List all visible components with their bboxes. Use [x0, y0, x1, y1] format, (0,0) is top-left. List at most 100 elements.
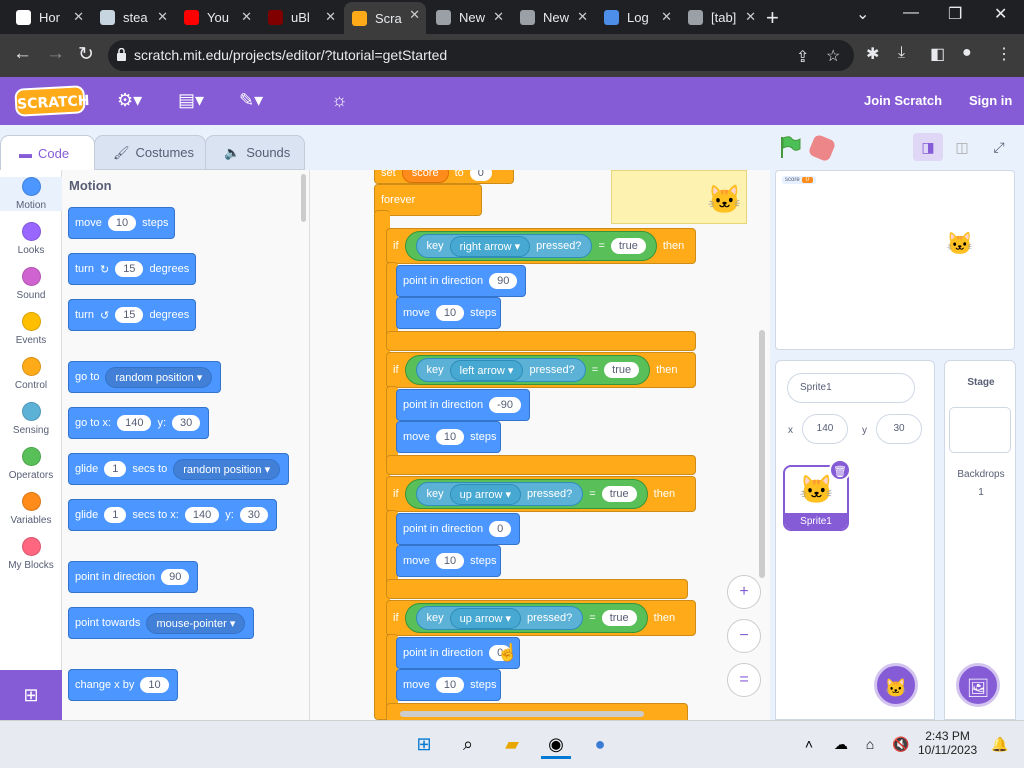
chrome-icon[interactable]: ◉ [541, 729, 571, 759]
zoom-reset-button[interactable]: = [727, 663, 761, 697]
tutorials-bulb-icon[interactable]: ☼ [331, 90, 348, 111]
browser-tab[interactable]: New ✕ [512, 4, 594, 30]
category-my-blocks[interactable]: My Blocks [0, 537, 62, 571]
close-icon[interactable]: ✕ [409, 7, 420, 23]
category-sound[interactable]: Sound [0, 267, 62, 301]
block-point-towards[interactable]: point towards mouse-pointer ▾ [68, 607, 255, 639]
dropdown[interactable]: mouse-pointer ▾ [146, 612, 246, 634]
block-go-to-xy[interactable]: go to x: 140 y: 30 [68, 407, 210, 439]
sprite-name-field[interactable]: Sprite1 [787, 373, 915, 403]
block-move[interactable]: move 10 steps [396, 669, 502, 701]
input-x[interactable]: 140 [117, 415, 152, 431]
equals-operator[interactable]: key right arrow ▾ pressed? = true [404, 231, 657, 261]
browser-tab[interactable]: New ✕ [428, 4, 510, 30]
close-icon[interactable]: ✕ [241, 9, 252, 25]
input[interactable]: 10 [140, 677, 169, 693]
back-button[interactable]: ← [13, 43, 32, 65]
browser-tab[interactable]: Scra ✕ [344, 2, 426, 34]
input[interactable]: 90 [489, 273, 518, 289]
block-turn-left[interactable]: turn ↺ 15 degrees [68, 299, 197, 331]
block-glide[interactable]: glide 1 secs to random position ▾ [68, 453, 290, 485]
key-pressed-sensor[interactable]: key up arrow ▾ pressed? [415, 482, 584, 506]
bookmark-star-icon[interactable]: ☆ [826, 46, 840, 66]
key-pressed-sensor[interactable]: key right arrow ▾ pressed? [415, 234, 593, 258]
forward-button[interactable]: → [46, 43, 65, 65]
maximize-button[interactable]: ❐ [948, 4, 962, 24]
input[interactable]: 90 [161, 569, 190, 585]
join-scratch-link[interactable]: Join Scratch [864, 93, 942, 108]
qbittorrent-icon[interactable]: ● [585, 729, 615, 759]
scripts-vertical-scrollbar[interactable] [759, 330, 765, 578]
zoom-out-button[interactable]: − [727, 619, 761, 653]
block-move[interactable]: move 10 steps [68, 207, 176, 239]
close-icon[interactable]: ✕ [493, 9, 504, 25]
input[interactable]: true [601, 486, 637, 502]
close-window-button[interactable]: ✕ [994, 4, 1007, 24]
scripts-area[interactable]: 🐱 set score to 0 forever if key right arrow… [310, 170, 770, 720]
input[interactable]: 0 [489, 521, 512, 537]
browser-tab[interactable]: [tab] ✕ [680, 4, 762, 30]
reload-button[interactable]: ↻ [78, 43, 94, 66]
input[interactable]: true [604, 362, 640, 378]
sign-in-link[interactable]: Sign in [969, 93, 1012, 108]
tab-sounds[interactable]: 🔈 Sounds [205, 135, 305, 170]
close-icon[interactable]: ✕ [73, 9, 84, 25]
input[interactable]: 10 [435, 553, 465, 569]
block-glide-xy[interactable]: glide 1 secs to x: 140 y: 30 [68, 499, 278, 531]
block-point-in-direction[interactable]: point in direction 90 [68, 561, 199, 593]
key-pressed-sensor[interactable]: key left arrow ▾ pressed? [415, 358, 586, 382]
extensions-icon[interactable]: ✱ [866, 44, 879, 64]
close-icon[interactable]: ✕ [577, 9, 588, 25]
block-change-x[interactable]: change x by 10 [68, 669, 178, 701]
dropdown[interactable]: random position ▾ [105, 366, 213, 388]
dropdown[interactable]: score [401, 170, 449, 183]
if-header[interactable]: if key up arrow ▾ pressed? = true then [386, 600, 696, 636]
input[interactable]: 1 [104, 507, 127, 523]
browser-tab[interactable]: stea ✕ [92, 4, 174, 30]
large-stage-button[interactable]: ◫ [947, 133, 977, 161]
close-icon[interactable]: ✕ [157, 9, 168, 25]
delete-sprite-icon[interactable]: 🗑 [829, 459, 851, 481]
dropdown[interactable]: random position ▾ [173, 458, 281, 480]
category-sensing[interactable]: Sensing [0, 402, 62, 436]
block-forever[interactable]: forever [374, 184, 482, 216]
block-set-variable[interactable]: set score to 0 [374, 170, 514, 184]
fullscreen-icon[interactable]: ⤢ [984, 133, 1014, 161]
stage-thumbnail[interactable] [949, 407, 1011, 453]
add-extension-button[interactable]: ⊞ [0, 670, 62, 720]
input[interactable]: 10 [107, 215, 137, 231]
windows-start-icon[interactable]: ⊞ [409, 729, 439, 759]
y-field[interactable]: 30 [876, 414, 922, 444]
tab-code[interactable]: ▬ Code [0, 135, 95, 170]
input[interactable]: 10 [435, 305, 465, 321]
zoom-in-button[interactable]: + [727, 575, 761, 609]
category-events[interactable]: Events [0, 312, 62, 346]
close-icon[interactable]: ✕ [325, 9, 336, 25]
new-tab-button[interactable]: + [766, 5, 779, 31]
profile-icon[interactable]: ● [962, 44, 972, 62]
volume-icon[interactable]: 🔇 [886, 729, 916, 759]
scripts-horizontal-scrollbar[interactable] [400, 711, 644, 717]
palette-scrollbar[interactable] [301, 174, 306, 222]
input[interactable]: 15 [115, 307, 144, 323]
close-icon[interactable]: ✕ [661, 9, 672, 25]
side-panel-icon[interactable]: ◧ [930, 44, 945, 64]
equals-operator[interactable]: key up arrow ▾ pressed? = true [404, 603, 648, 633]
category-motion[interactable]: Motion [0, 177, 62, 211]
input[interactable]: 10 [435, 677, 465, 693]
cloud-icon[interactable]: ☁ [826, 729, 856, 759]
menu-dots-icon[interactable]: ⋮ [996, 44, 1012, 64]
add-backdrop-button[interactable]: 🖼 [956, 663, 1000, 707]
tab-search-icon[interactable]: ⌄ [856, 4, 869, 24]
browser-tab[interactable]: uBl ✕ [260, 4, 342, 30]
tab-costumes[interactable]: 🖌 Costumes [94, 135, 206, 170]
input[interactable]: 10 [435, 429, 465, 445]
if-header[interactable]: if key right arrow ▾ pressed? = true the… [386, 228, 696, 264]
settings-gear-icon[interactable]: ⚙▾ [117, 90, 142, 111]
input[interactable]: 1 [104, 461, 127, 477]
file-menu-icon[interactable]: ▤▾ [178, 90, 204, 111]
stage-canvas[interactable]: score 0 🐱 [775, 170, 1015, 350]
close-icon[interactable]: ✕ [745, 9, 756, 25]
notifications-icon[interactable]: 🔔 [985, 729, 1015, 759]
key-dropdown[interactable]: right arrow ▾ [449, 235, 531, 257]
